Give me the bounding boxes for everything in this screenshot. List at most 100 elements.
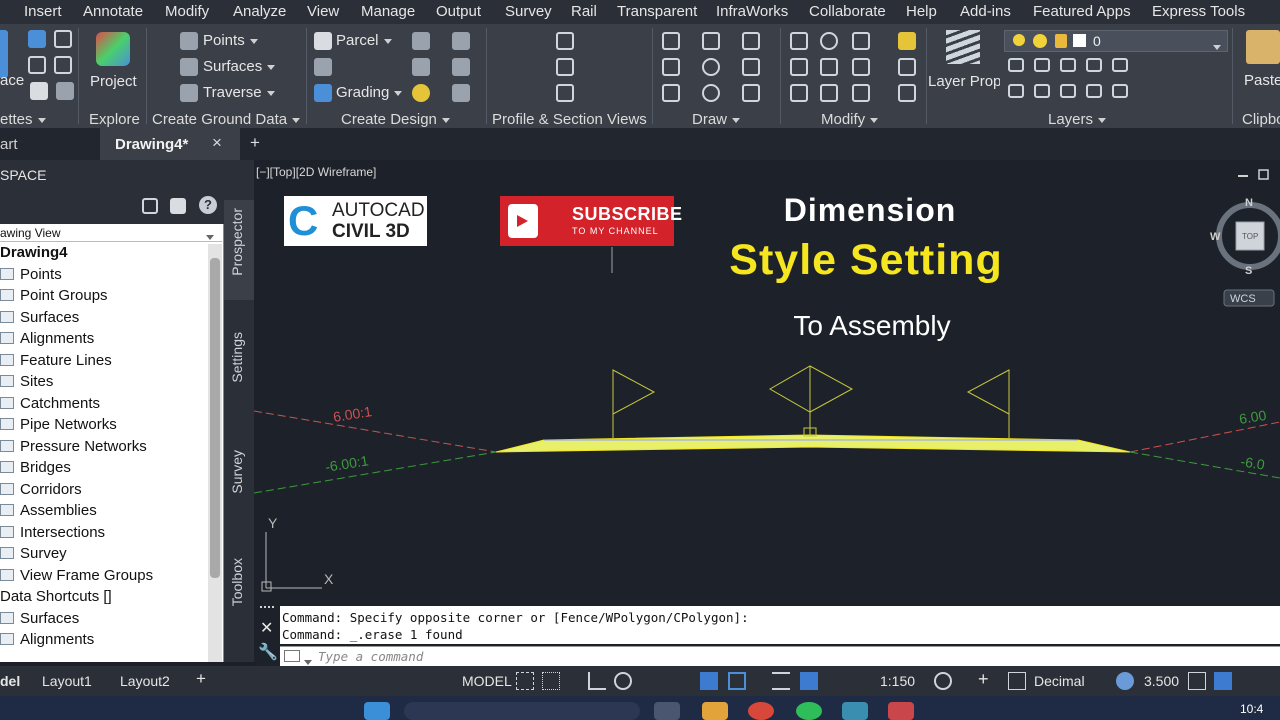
tab-layout1[interactable]: Layout1 xyxy=(42,673,92,689)
task-view-icon[interactable] xyxy=(654,702,680,720)
maximize-viewport-icon[interactable] xyxy=(1258,169,1269,180)
layer-tool-3-icon[interactable] xyxy=(1060,58,1076,72)
assembly-icon[interactable] xyxy=(452,58,470,76)
layer-tool-6-icon[interactable] xyxy=(1008,84,1024,98)
hatch-icon[interactable] xyxy=(742,84,760,102)
project-explorer-button[interactable]: Project Explorer xyxy=(90,72,138,112)
civil-app-icon[interactable] xyxy=(1214,672,1232,690)
tree-item[interactable]: Intersections xyxy=(0,524,105,545)
layer-properties-button[interactable]: Layer Properties xyxy=(928,72,1000,112)
osnap-tracking-icon[interactable] xyxy=(678,672,696,690)
document-icon[interactable] xyxy=(56,82,74,100)
tree-item[interactable]: Catchments xyxy=(0,395,100,416)
tree-item[interactable]: Corridors xyxy=(0,481,82,502)
tree-item[interactable]: Pipe Networks xyxy=(0,416,117,437)
menu-item-insert[interactable]: Insert xyxy=(24,3,62,20)
assembly-pavement[interactable] xyxy=(495,434,1131,453)
tree-item[interactable]: Survey xyxy=(0,545,67,566)
menu-item-add-ins[interactable]: Add-ins xyxy=(960,3,1011,20)
tree-item[interactable]: Surfaces xyxy=(0,610,79,631)
isolate-icon[interactable] xyxy=(1188,672,1206,690)
erase-icon[interactable] xyxy=(898,32,916,50)
tab-settings[interactable]: Settings xyxy=(229,332,245,383)
tree-item[interactable]: Sites xyxy=(0,373,53,394)
menu-item-transparent[interactable]: Transparent xyxy=(617,3,697,20)
tab-layout2[interactable]: Layout2 xyxy=(120,673,170,689)
offset-icon[interactable] xyxy=(898,84,916,102)
object-snap-icon[interactable] xyxy=(700,672,718,690)
panel-title-draw[interactable]: Draw xyxy=(692,111,741,128)
ortho-icon[interactable] xyxy=(588,672,606,690)
menu-item-rail[interactable]: Rail xyxy=(571,3,597,20)
settings-gear-icon[interactable] xyxy=(54,30,72,48)
tree-item[interactable]: View Frame Groups xyxy=(0,567,153,588)
fillet-icon[interactable] xyxy=(852,58,870,76)
polyline-icon[interactable] xyxy=(702,32,720,50)
close-icon[interactable]: × xyxy=(212,133,222,153)
lineweight-icon[interactable] xyxy=(728,672,746,690)
tab-start[interactable]: art xyxy=(0,128,100,160)
surfaces-button[interactable]: Surfaces xyxy=(203,58,276,75)
layer-tool-7-icon[interactable] xyxy=(1034,84,1050,98)
move-icon[interactable] xyxy=(790,32,808,50)
menu-item-featured-apps[interactable]: Featured Apps xyxy=(1033,3,1131,20)
explode-icon[interactable] xyxy=(898,58,916,76)
help-icon[interactable]: ? xyxy=(199,196,217,214)
workspace-gear-icon[interactable] xyxy=(934,672,952,690)
customize-wrench-icon[interactable]: 🔧 xyxy=(258,642,278,662)
drawing-viewport[interactable]: 6.00:1 -6.00:1 6.00 -6.0 Y X TOP N S W W… xyxy=(254,160,1280,604)
profile-view-icon[interactable] xyxy=(556,32,574,50)
new-tab-icon[interactable]: + xyxy=(250,133,260,153)
auto-scale-icon[interactable] xyxy=(826,672,844,690)
panel-title-create-ground-data[interactable]: Create Ground Data xyxy=(152,111,301,128)
copy-icon[interactable] xyxy=(790,58,808,76)
tree-item[interactable]: Alignments xyxy=(0,631,94,652)
customization-icon[interactable] xyxy=(1244,672,1262,690)
menu-item-infraworks[interactable]: InfraWorks xyxy=(716,3,788,20)
corridor-icon[interactable] xyxy=(452,32,470,50)
tree-item[interactable]: Data Shortcuts [] xyxy=(0,588,112,609)
scale-icon[interactable] xyxy=(820,84,838,102)
panel-title-explore[interactable]: Explore xyxy=(89,111,140,128)
tree-item[interactable]: Point Groups xyxy=(0,287,108,308)
profile-icon[interactable] xyxy=(412,32,430,50)
panel-title-layers[interactable]: Layers xyxy=(1048,111,1107,128)
menu-item-survey[interactable]: Survey xyxy=(505,3,552,20)
rectangle-icon[interactable] xyxy=(742,58,760,76)
civil3d-taskbar-icon[interactable] xyxy=(842,702,868,720)
layer-tool-5-icon[interactable] xyxy=(1112,58,1128,72)
units-select[interactable]: Decimal xyxy=(1034,673,1085,689)
menu-item-help[interactable]: Help xyxy=(906,3,937,20)
traverse-button[interactable]: Traverse xyxy=(203,84,275,101)
intersection-icon[interactable] xyxy=(412,58,430,76)
tab-drawing4[interactable]: Drawing4* × xyxy=(100,128,240,160)
undo-arc-icon[interactable] xyxy=(742,32,760,50)
toolspalette-icon[interactable] xyxy=(28,30,46,48)
menu-item-annotate[interactable]: Annotate xyxy=(83,3,143,20)
scrollbar-thumb[interactable] xyxy=(210,258,220,578)
elevation-value[interactable]: 3.500 xyxy=(1144,673,1179,689)
view-select[interactable]: awing View xyxy=(0,224,222,242)
circle-icon[interactable] xyxy=(702,58,720,76)
panel-title-modify[interactable]: Modify xyxy=(821,111,879,128)
panel-title-palettes[interactable]: ettes xyxy=(0,111,46,128)
calculator-icon[interactable] xyxy=(30,82,48,100)
panorama-icon[interactable] xyxy=(28,56,46,74)
menu-item-output[interactable]: Output xyxy=(436,3,481,20)
trim-icon[interactable] xyxy=(852,32,870,50)
annotation-scale[interactable]: 1:150 xyxy=(880,673,915,689)
layer-tool-8-icon[interactable] xyxy=(1060,84,1076,98)
menu-item-modify[interactable]: Modify xyxy=(165,3,209,20)
tab-prospector[interactable]: Prospector xyxy=(229,208,245,276)
paste-icon[interactable] xyxy=(1246,30,1280,64)
polar-icon[interactable] xyxy=(614,672,632,690)
elevation-icon[interactable] xyxy=(1116,672,1134,690)
menu-item-collaborate[interactable]: Collaborate xyxy=(809,3,886,20)
grid-icon[interactable] xyxy=(516,672,534,690)
menu-item-express-tools[interactable]: Express Tools xyxy=(1152,3,1245,20)
annotation-scale-icon[interactable] xyxy=(852,672,870,690)
feature-line-icon[interactable] xyxy=(412,84,430,102)
tree-item[interactable]: Bridges xyxy=(0,459,71,480)
close-icon[interactable]: ✕ xyxy=(260,618,273,638)
units-icon[interactable] xyxy=(1008,672,1026,690)
